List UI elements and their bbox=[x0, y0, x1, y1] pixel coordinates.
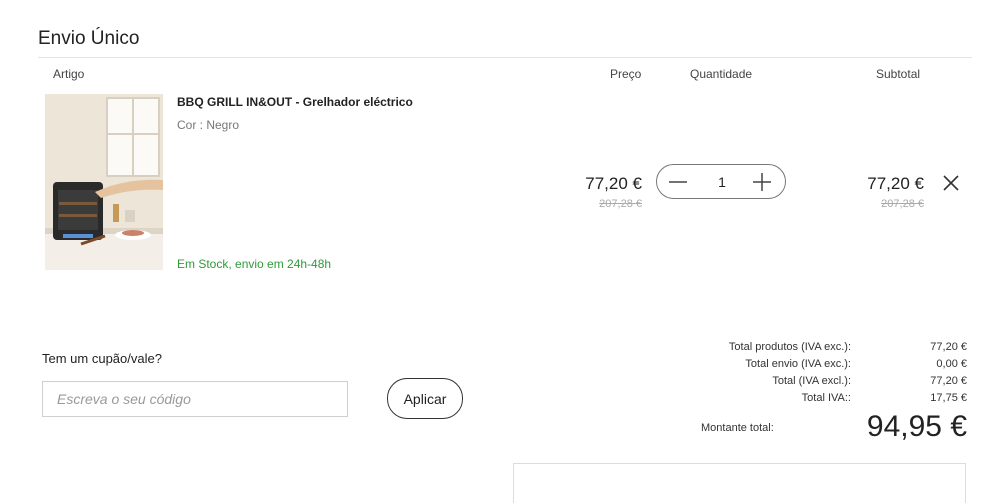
plus-icon bbox=[753, 172, 771, 191]
coupon-label: Tem um cupão/vale? bbox=[42, 351, 162, 366]
increase-quantity-button[interactable] bbox=[745, 165, 779, 198]
product-color: Cor : Negro bbox=[177, 118, 240, 132]
column-header-subtotal: Subtotal bbox=[876, 67, 921, 81]
summary-value-vat: 17,75 € bbox=[930, 392, 967, 404]
coupon-input[interactable] bbox=[42, 381, 348, 417]
column-header-preco: Preço bbox=[610, 67, 642, 81]
column-header-artigo: Artigo bbox=[53, 67, 85, 81]
product-image[interactable] bbox=[45, 94, 163, 270]
product-image-drawing bbox=[45, 94, 163, 270]
apply-coupon-button[interactable]: Aplicar bbox=[387, 378, 463, 419]
line-old-subtotal: 207,28 € bbox=[881, 198, 924, 210]
decrease-quantity-button[interactable] bbox=[661, 165, 695, 198]
summary-label-vat: Total IVA:: bbox=[801, 392, 851, 404]
column-header-quantidade: Quantidade bbox=[690, 67, 753, 81]
total-amount-label: Montante total: bbox=[701, 422, 774, 434]
unit-price: 77,20 € bbox=[585, 174, 642, 193]
summary-value-products: 77,20 € bbox=[930, 341, 967, 353]
summary-label-total-excl: Total (IVA excl.): bbox=[772, 375, 851, 387]
minus-icon bbox=[669, 180, 687, 183]
summary-label-products: Total produtos (IVA exc.): bbox=[728, 341, 851, 353]
section-title: Envio Único bbox=[38, 28, 140, 49]
summary-label-shipping: Total envio (IVA exc.): bbox=[745, 358, 851, 370]
quantity-stepper[interactable]: 1 bbox=[656, 164, 786, 199]
line-subtotal: 77,20 € bbox=[867, 174, 924, 193]
unit-old-price: 207,28 € bbox=[599, 198, 642, 210]
summary-value-shipping: 0,00 € bbox=[936, 358, 967, 370]
product-name[interactable]: BBQ GRILL IN&OUT - Grelhador eléctrico bbox=[177, 95, 413, 109]
stock-status: Em Stock, envio em 24h-48h bbox=[177, 257, 332, 271]
divider bbox=[38, 57, 972, 58]
summary-value-total-excl: 77,20 € bbox=[930, 375, 967, 387]
total-amount-value: 94,95 € bbox=[866, 410, 967, 443]
remove-item-button[interactable] bbox=[940, 172, 962, 194]
checkout-panel bbox=[513, 463, 966, 503]
quantity-value[interactable]: 1 bbox=[707, 174, 737, 190]
close-icon bbox=[943, 175, 959, 191]
